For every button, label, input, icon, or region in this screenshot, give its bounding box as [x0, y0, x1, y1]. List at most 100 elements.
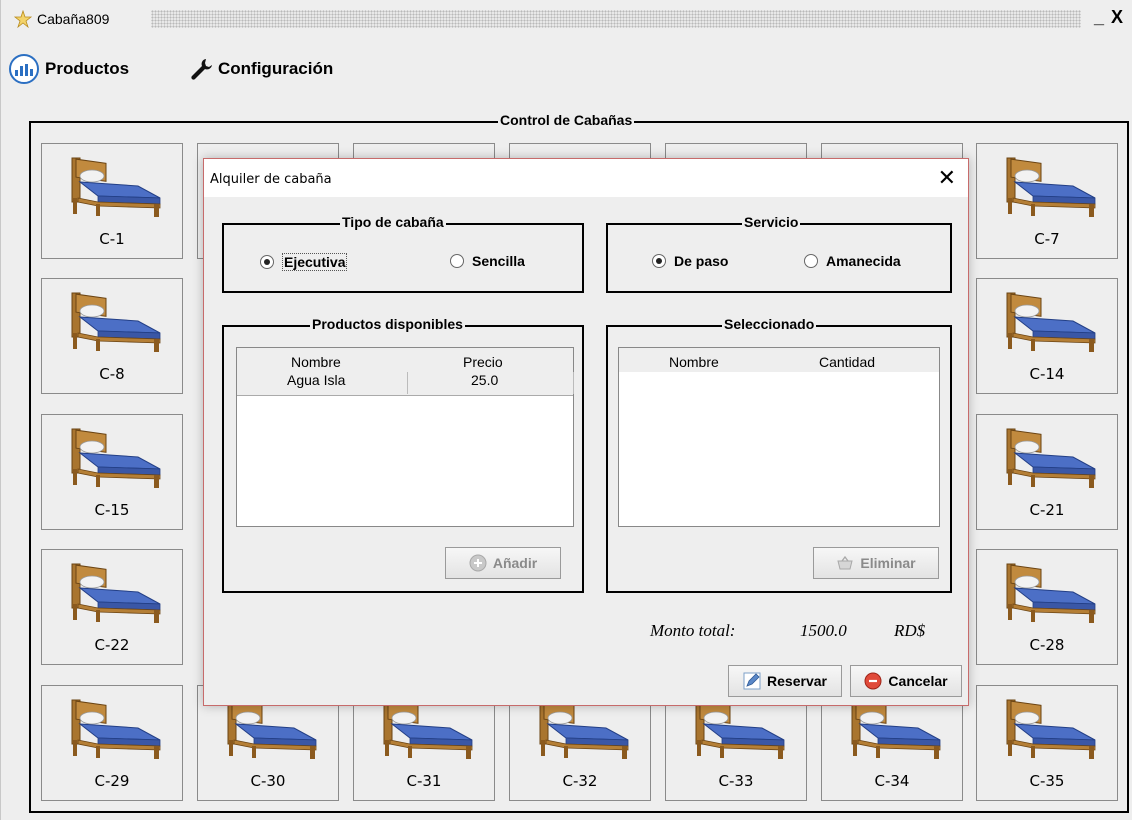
- product-row-price[interactable]: 25.0: [471, 372, 498, 388]
- menu-config-label: Configuración: [218, 59, 334, 78]
- cabin-label: C-21: [1029, 501, 1065, 519]
- pencil-icon: [743, 672, 761, 690]
- bed-icon: [1006, 292, 1096, 353]
- wrench-icon: [191, 59, 212, 80]
- cabin-label: C-14: [1029, 365, 1065, 383]
- bed-icon: [71, 428, 161, 489]
- products-table[interactable]: Nombre Precio Agua Isla 25.0: [236, 347, 574, 527]
- cancel-button-label: Cancelar: [888, 673, 948, 689]
- products-col-name: Nombre: [291, 354, 341, 370]
- cabin-tile[interactable]: C-1: [41, 143, 183, 259]
- service-title: Servicio: [742, 214, 801, 230]
- bed-icon: [1006, 699, 1096, 760]
- title-bar-pattern: [151, 10, 1081, 28]
- radio-ejecutiva[interactable]: Ejecutiva: [260, 253, 348, 271]
- menu-config[interactable]: Configuración: [188, 56, 333, 82]
- column-separator: [407, 372, 408, 394]
- product-row-name[interactable]: Agua Isla: [287, 372, 345, 388]
- cabin-label: C-35: [1029, 772, 1065, 790]
- add-icon: [469, 554, 487, 572]
- service-group: Servicio De paso Amanecida: [606, 214, 952, 293]
- bed-icon: [1006, 428, 1096, 489]
- cabin-label: C-7: [1034, 230, 1060, 248]
- products-table-header: Nombre Precio Agua Isla 25.0: [237, 348, 574, 396]
- cabin-label: C-29: [94, 772, 130, 790]
- cabin-label: C-22: [94, 636, 130, 654]
- app-window: Cabaña809 _ X Productos Configuración Co…: [0, 0, 1132, 820]
- radio-amanecida[interactable]: Amanecida: [804, 253, 901, 269]
- cabin-label: C-31: [406, 772, 442, 790]
- cabin-tile[interactable]: C-28: [976, 549, 1118, 665]
- cancel-button[interactable]: Cancelar: [850, 665, 962, 697]
- total-value: 1500.0: [800, 621, 847, 640]
- title-bar: Cabaña809 _ X: [1, 0, 1132, 44]
- basket-icon: [837, 555, 854, 570]
- total-label: Monto total:: [650, 621, 736, 640]
- chart-icon: [9, 54, 39, 84]
- cabin-tile[interactable]: C-15: [41, 414, 183, 530]
- cabin-label: C-28: [1029, 636, 1065, 654]
- remove-button[interactable]: Eliminar: [813, 547, 939, 579]
- cabin-label: C-32: [562, 772, 598, 790]
- radio-amanecida-label: Amanecida: [826, 253, 901, 269]
- close-window-button[interactable]: X: [1111, 7, 1123, 28]
- cabin-label: C-15: [94, 501, 130, 519]
- reserve-button-label: Reservar: [767, 673, 827, 689]
- radio-sencilla-label: Sencilla: [472, 253, 525, 269]
- cabin-tile[interactable]: C-22: [41, 549, 183, 665]
- radio-dot: [804, 254, 818, 268]
- selected-group: Seleccionado Nombre Cantidad Eliminar: [606, 316, 952, 593]
- dialog-close-button[interactable]: ✕: [938, 165, 956, 191]
- menu-bar: Productos Configuración: [1, 44, 1132, 92]
- add-button-label: Añadir: [492, 555, 538, 571]
- remove-button-label: Eliminar: [860, 555, 916, 571]
- products-col-price: Precio: [463, 354, 503, 370]
- products-available-group: Productos disponibles Nombre Precio Agua…: [222, 316, 584, 593]
- cabin-tile[interactable]: C-35: [976, 685, 1118, 801]
- bed-icon: [71, 292, 161, 353]
- total-currency: RD$: [894, 621, 926, 640]
- window-title: Cabaña809: [37, 11, 110, 27]
- radio-dot: [260, 255, 274, 269]
- cabin-label: C-34: [874, 772, 910, 790]
- cabin-tile[interactable]: C-14: [976, 278, 1118, 394]
- cancel-icon: [864, 672, 882, 690]
- star-icon: [14, 10, 32, 28]
- cabin-tile[interactable]: C-29: [41, 685, 183, 801]
- radio-de-paso-label: De paso: [674, 253, 729, 269]
- cabin-label: C-30: [250, 772, 286, 790]
- bed-icon: [71, 699, 161, 760]
- radio-dot: [450, 254, 464, 268]
- rental-dialog: Alquiler de cabaña ✕ Tipo de cabaña Ejec…: [203, 158, 969, 706]
- bed-icon: [1006, 157, 1096, 218]
- cabin-type-group: Tipo de cabaña Ejecutiva Sencilla: [222, 214, 584, 293]
- selected-col-qty: Cantidad: [819, 354, 876, 370]
- add-button[interactable]: Añadir: [445, 547, 561, 579]
- cabin-label: C-8: [99, 365, 125, 383]
- products-available-title: Productos disponibles: [310, 316, 465, 332]
- reserve-button[interactable]: Reservar: [728, 665, 842, 697]
- bed-icon: [1006, 563, 1096, 624]
- dialog-title-bar: Alquiler de cabaña ✕: [204, 159, 968, 197]
- cabin-tile[interactable]: C-8: [41, 278, 183, 394]
- cabin-label: C-1: [99, 230, 125, 248]
- radio-sencilla[interactable]: Sencilla: [450, 253, 525, 269]
- selected-col-name: Nombre: [669, 354, 719, 370]
- menu-products[interactable]: Productos: [9, 54, 130, 84]
- cabin-tile[interactable]: C-7: [976, 143, 1118, 259]
- cabin-type-title: Tipo de cabaña: [340, 214, 446, 230]
- radio-de-paso[interactable]: De paso: [652, 253, 728, 269]
- menu-products-label: Productos: [45, 59, 130, 78]
- radio-dot: [652, 254, 666, 268]
- column-separator: [573, 372, 574, 394]
- selected-title: Seleccionado: [722, 316, 817, 332]
- radio-ejecutiva-label: Ejecutiva: [282, 253, 348, 271]
- bed-icon: [71, 563, 161, 624]
- selected-table-header: Nombre Cantidad: [619, 348, 939, 372]
- cabin-label: C-33: [718, 772, 754, 790]
- cabin-tile[interactable]: C-21: [976, 414, 1118, 530]
- selected-table[interactable]: Nombre Cantidad: [618, 347, 940, 527]
- dialog-title: Alquiler de cabaña: [210, 172, 332, 187]
- cabins-control-title: Control de Cabañas: [498, 112, 635, 128]
- minimize-button[interactable]: _: [1094, 7, 1104, 28]
